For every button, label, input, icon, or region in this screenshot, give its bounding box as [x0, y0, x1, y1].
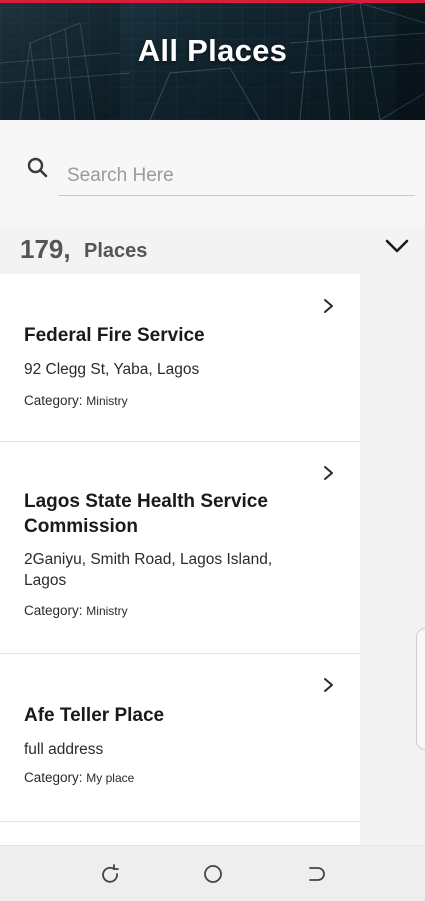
- places-list: Federal Fire Service 92 Clegg St, Yaba, …: [0, 274, 360, 852]
- category-value: Ministry: [86, 394, 128, 408]
- header-banner: All Places: [0, 3, 425, 120]
- chevron-right-icon[interactable]: [319, 676, 337, 694]
- place-name: Lagos State Health Service Commission: [24, 491, 268, 537]
- places-count-label: Places: [84, 240, 148, 262]
- place-address: full address: [24, 741, 104, 758]
- place-category: Category: Ministry: [24, 603, 128, 618]
- place-category: Category: My place: [24, 770, 134, 785]
- places-summary: 179, Places: [0, 226, 425, 274]
- chevron-down-icon[interactable]: [384, 236, 410, 256]
- home-icon[interactable]: [201, 862, 225, 886]
- search-icon[interactable]: [25, 155, 51, 181]
- place-category: Category: Ministry: [24, 393, 128, 408]
- place-card[interactable]: Afe Teller Place full address Category: …: [0, 654, 360, 822]
- category-value: Ministry: [86, 604, 128, 618]
- places-count: 179,: [20, 234, 71, 264]
- search-bar: [0, 120, 425, 225]
- category-label: Category:: [24, 393, 83, 408]
- place-card[interactable]: Lagos State Health Service Commission 2G…: [0, 442, 360, 654]
- place-address: 2Ganiyu, Smith Road, Lagos Island, Lagos: [24, 551, 273, 589]
- back-icon[interactable]: [304, 862, 328, 886]
- category-label: Category:: [24, 770, 83, 785]
- place-name: Federal Fire Service: [24, 325, 205, 346]
- side-panel-handle[interactable]: [416, 628, 425, 750]
- chevron-right-icon[interactable]: [319, 297, 337, 315]
- system-nav-bar: [0, 845, 425, 901]
- search-input[interactable]: [58, 156, 415, 196]
- place-address: 92 Clegg St, Yaba, Lagos: [24, 361, 200, 378]
- category-label: Category:: [24, 603, 83, 618]
- category-value: My place: [86, 771, 135, 785]
- place-card[interactable]: Federal Fire Service 92 Clegg St, Yaba, …: [0, 274, 360, 442]
- chevron-right-icon[interactable]: [319, 464, 337, 482]
- page-title: All Places: [137, 33, 288, 68]
- place-name: Afe Teller Place: [24, 705, 165, 726]
- recent-apps-icon[interactable]: [98, 862, 122, 886]
